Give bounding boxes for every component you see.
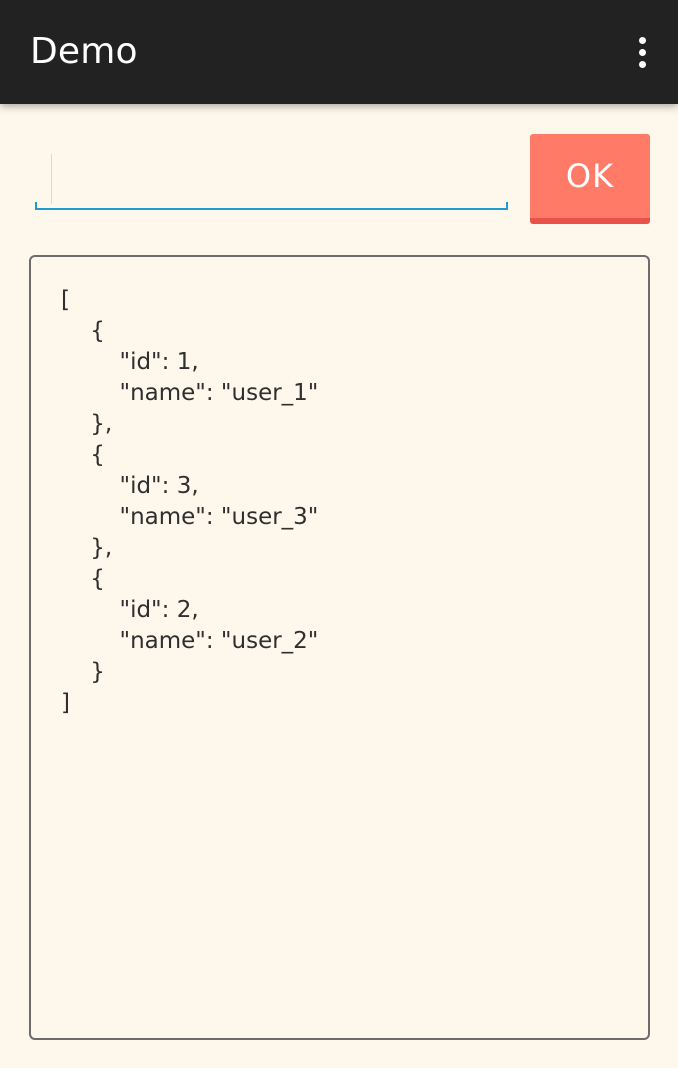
more-vert-icon[interactable] (630, 30, 654, 74)
text-input-container (35, 150, 508, 210)
overflow-dot (638, 36, 646, 44)
app-root: Demo OK [ { "id": 1, "name": "user_1" },… (0, 0, 678, 1068)
json-output-box[interactable]: [ { "id": 1, "name": "user_1" }, { "id":… (29, 255, 650, 1040)
overflow-dot (638, 48, 646, 56)
app-title: Demo (30, 31, 138, 72)
input-underline (35, 202, 508, 210)
action-bar: Demo (0, 0, 678, 104)
ok-button[interactable]: OK (530, 134, 650, 224)
overflow-dot (638, 60, 646, 68)
json-output-text: [ { "id": 1, "name": "user_1" }, { "id":… (61, 287, 319, 716)
query-input[interactable] (35, 150, 508, 206)
